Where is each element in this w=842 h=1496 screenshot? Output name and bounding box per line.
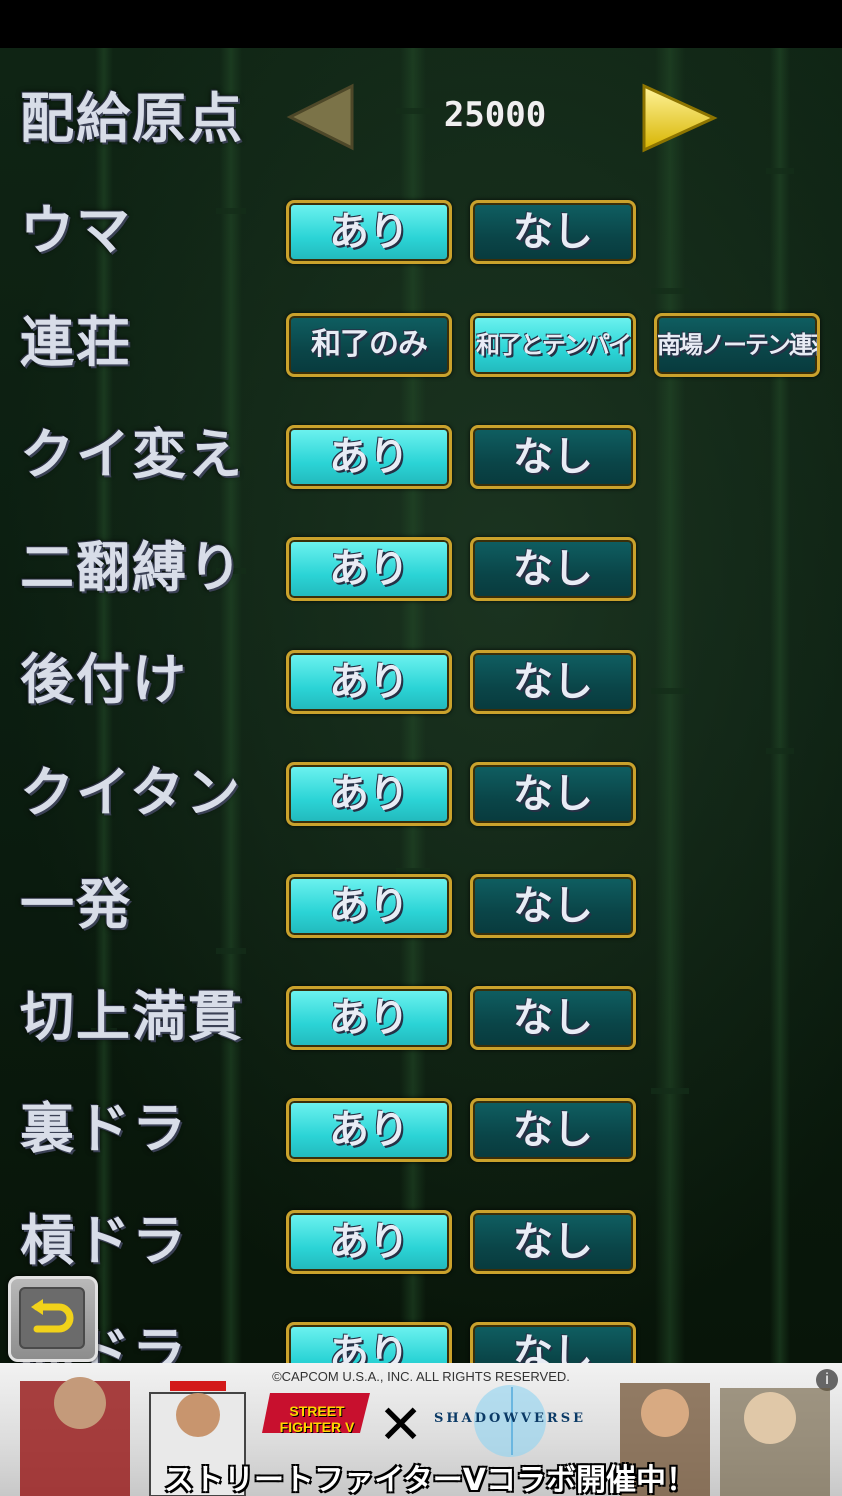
bamboo-decoration: [766, 48, 794, 1363]
option-ari[interactable]: あり: [286, 537, 452, 601]
option-nashi[interactable]: なし: [470, 537, 636, 601]
option-ari[interactable]: あり: [286, 1098, 452, 1162]
option-nashi[interactable]: なし: [470, 1210, 636, 1274]
option-nashi[interactable]: なし: [470, 986, 636, 1050]
row-label-uradora: 裏ドラ: [20, 1096, 188, 1160]
option-nanba-noten-renchan[interactable]: 南場ノーテン連荘: [654, 313, 820, 377]
row-label-kandora: 槓ドラ: [20, 1208, 188, 1272]
ad-brand-left: STREET FIGHTER V: [279, 1403, 355, 1435]
option-ari[interactable]: あり: [286, 986, 452, 1050]
row-label-kuitan: クイタン: [20, 760, 242, 824]
header-label: 配給原点: [20, 86, 244, 150]
status-bar: [0, 0, 842, 48]
option-ari[interactable]: あり: [286, 425, 452, 489]
row-label-kuikae: クイ変え: [20, 422, 244, 486]
option-ari[interactable]: あり: [286, 200, 452, 264]
ad-tagline: ストリートファイターVコラボ開催中！: [163, 1463, 697, 1496]
row-label-ippatsu: 一発: [20, 872, 132, 936]
option-ari[interactable]: あり: [286, 762, 452, 826]
option-ari[interactable]: あり: [286, 874, 452, 938]
option-ari[interactable]: あり: [286, 1210, 452, 1274]
option-ari[interactable]: あり: [286, 650, 452, 714]
option-agari-only[interactable]: 和了のみ: [286, 313, 452, 377]
return-icon: [31, 1299, 74, 1333]
row-label-ryanhan-shibari: 二翻縛り: [20, 535, 244, 599]
option-agari-and-tenpai[interactable]: 和了とテンパイ: [470, 313, 636, 377]
ad-banner[interactable]: ©CAPCOM U.S.A., INC. ALL RIGHTS RESERVED…: [0, 1363, 842, 1496]
row-label-kiriage-mangan: 切上満貫: [20, 984, 244, 1048]
bamboo-decoration: [216, 48, 246, 1363]
option-nashi[interactable]: なし: [470, 200, 636, 264]
row-label-uma: ウマ: [20, 198, 132, 262]
option-nashi[interactable]: なし: [470, 874, 636, 938]
row-label-atozuke: 後付け: [20, 647, 188, 711]
option-nashi[interactable]: なし: [470, 425, 636, 489]
option-nashi[interactable]: なし: [470, 1098, 636, 1162]
right-arrow-icon[interactable]: [640, 82, 720, 154]
option-nashi[interactable]: なし: [470, 650, 636, 714]
left-arrow-icon[interactable]: [284, 82, 356, 152]
row-label-renchan: 連荘: [20, 310, 132, 374]
ad-cross: ✕: [378, 1393, 424, 1456]
back-button[interactable]: [8, 1276, 98, 1362]
bamboo-decoration: [651, 48, 689, 1363]
points-value: 25000: [443, 95, 547, 135]
option-nashi[interactable]: なし: [470, 762, 636, 826]
ad-brand-right: SHADOWVERSE: [433, 1411, 587, 1426]
